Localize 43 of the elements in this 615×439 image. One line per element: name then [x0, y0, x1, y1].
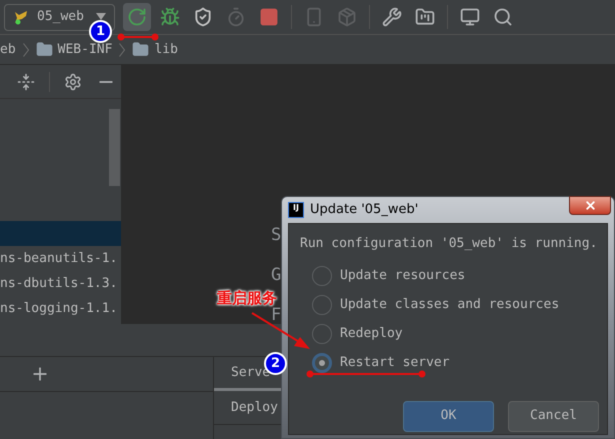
folder-icon [415, 7, 435, 27]
code-text: F [271, 305, 282, 325]
code-text: G [271, 265, 282, 285]
cancel-button[interactable]: Cancel [508, 400, 599, 432]
radio-button[interactable] [312, 352, 332, 372]
package-icon [337, 7, 357, 27]
scrollbar-thumb[interactable] [109, 109, 120, 186]
search-icon [493, 7, 513, 27]
radio-button[interactable] [312, 266, 332, 286]
radio-button[interactable] [312, 294, 332, 314]
radio-option[interactable]: Update classes and resources [312, 294, 607, 314]
code-text: S [271, 225, 282, 245]
dialog-message: Run configuration '05_web' is running. [300, 235, 598, 253]
stop-icon [259, 7, 279, 27]
ok-button[interactable]: OK [403, 400, 494, 432]
bug-icon [160, 7, 180, 27]
tree-row[interactable]: ns-beanutils-1. [0, 246, 121, 271]
radio-option[interactable]: Update resources [312, 266, 607, 286]
dialog-title: Update '05_web' [310, 201, 418, 220]
close-icon [584, 199, 596, 212]
folder-icon [36, 41, 53, 58]
settings-icon[interactable] [64, 72, 82, 90]
highlight-line [117, 33, 159, 41]
monitor-icon [460, 7, 480, 27]
tree-row[interactable]: ns-logging-1.1. [0, 296, 121, 321]
chevron-icon [22, 42, 29, 56]
shield-icon [193, 7, 213, 27]
breadcrumb-item[interactable]: lib [132, 40, 178, 60]
chevron-icon [119, 42, 126, 56]
callout-label: 重启服务 [217, 288, 277, 308]
close-button[interactable] [569, 196, 611, 215]
radio-button[interactable] [312, 324, 332, 344]
collapse-icon[interactable] [17, 72, 35, 90]
rerun-button[interactable] [123, 3, 151, 31]
folder-icon [132, 41, 150, 58]
rerun-icon [127, 7, 147, 27]
radio-option[interactable]: Restart server [312, 352, 607, 372]
wrench-icon [382, 7, 402, 27]
timer-icon [226, 7, 246, 27]
radio-option[interactable]: Redeploy [312, 324, 607, 344]
app-icon: IJ [288, 202, 304, 218]
tree-row[interactable]: ns-dbutils-1.3. [0, 271, 121, 296]
breadcrumb-item[interactable]: eb [0, 40, 16, 60]
